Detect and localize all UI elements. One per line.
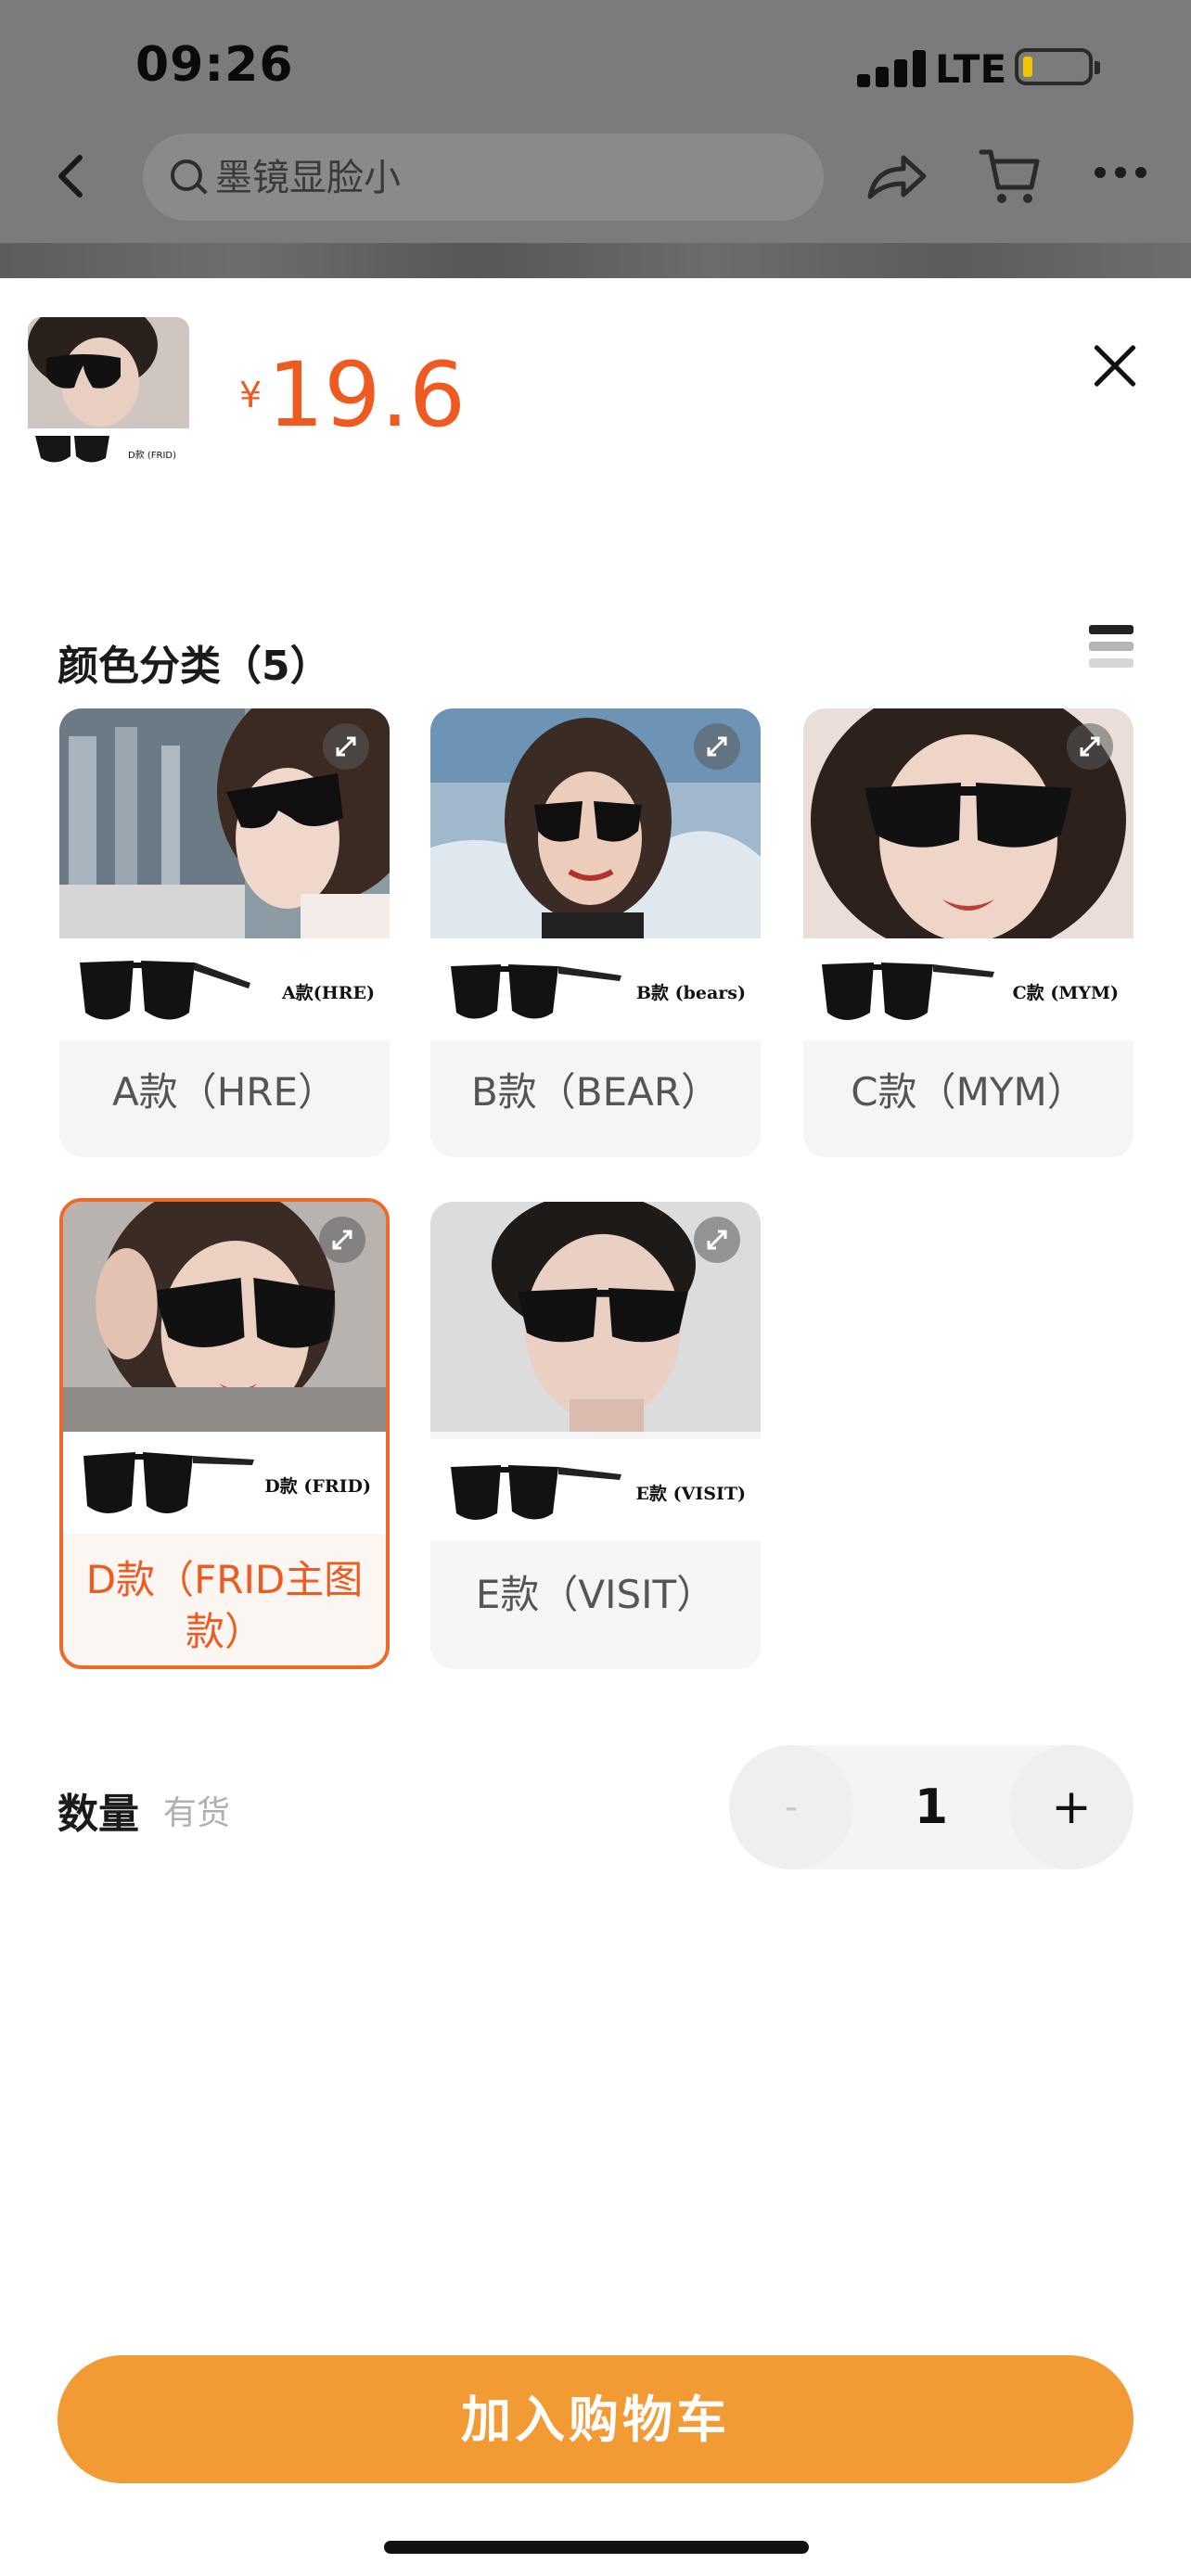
stock-status: 有货 [163,1794,231,1832]
status-time: 09:26 [135,37,294,93]
increment-button[interactable]: + [1009,1745,1133,1869]
variant-product-image: D款 (FRID) [63,1432,386,1534]
variant-tag: E款 (VISIT) [635,1484,746,1504]
add-to-cart-button[interactable]: 加入购物车 [58,2355,1133,2483]
background-image-strip [0,243,1191,278]
variant-tag: A款(HRE) [282,983,375,1003]
variant-card-a[interactable]: A款(HRE) A款（HRE） [59,708,390,1157]
quantity-stepper: - 1 + [729,1745,1133,1869]
variant-tag: C款 (MYM) [1012,983,1119,1003]
currency-symbol: ¥ [239,375,263,415]
quantity-value[interactable]: 1 [853,1745,1009,1869]
back-chevron-icon[interactable] [50,148,95,204]
decrement-button[interactable]: - [729,1745,853,1869]
search-icon [171,159,202,191]
variant-card-c[interactable]: C款 (MYM) C款（MYM） [803,708,1133,1157]
close-icon[interactable] [1091,341,1139,389]
variant-product-image: A款(HRE) [59,938,390,1040]
battery-icon [1015,48,1100,85]
variant-tag: B款 (bears) [635,983,746,1003]
expand-icon[interactable] [694,723,740,770]
variant-card-b[interactable]: B款 (bears) B款（BEAR） [430,708,761,1157]
variant-product-image: E款 (VISIT) [430,1439,761,1541]
network-type: LTE [935,46,1007,92]
expand-icon[interactable] [694,1217,740,1263]
svg-text:D款 (FRID): D款 (FRID) [128,449,176,461]
search-bar[interactable] [143,134,824,221]
variant-label: C款（MYM） [851,1069,1086,1115]
variant-card-d[interactable]: D款 (FRID) D款（FRID主图款） [59,1198,390,1669]
cart-icon[interactable] [978,147,1043,208]
variant-label: B款（BEAR） [470,1069,721,1115]
list-view-icon[interactable] [1089,625,1133,673]
sku-sheet: D款 (FRID) ¥19.6 颜色分类（5） A款(HRE) A款（HRE） [0,278,1191,2576]
home-indicator [384,2541,809,2554]
price: ¥19.6 [239,343,466,447]
more-icon[interactable] [1095,167,1150,185]
variant-product-image: B款 (bears) [430,938,761,1040]
variant-section-title: 颜色分类（5） [58,643,331,690]
expand-icon[interactable] [319,1217,365,1263]
variant-label: E款（VISIT） [475,1572,716,1617]
expand-icon[interactable] [323,723,369,770]
expand-icon[interactable] [1067,723,1113,770]
variant-tag: D款 (FRID) [264,1476,371,1497]
variant-label: D款（FRID主图款） [85,1557,364,1654]
variant-label: A款（HRE） [111,1069,338,1115]
variant-card-e[interactable]: E款 (VISIT) E款（VISIT） [430,1202,761,1669]
price-value: 19.6 [267,343,466,447]
product-thumbnail[interactable]: D款 (FRID) [28,317,189,477]
share-icon[interactable] [864,148,929,204]
search-input[interactable] [213,150,774,206]
quantity-label: 数量 [58,1791,139,1838]
variant-product-image: C款 (MYM) [803,938,1133,1040]
